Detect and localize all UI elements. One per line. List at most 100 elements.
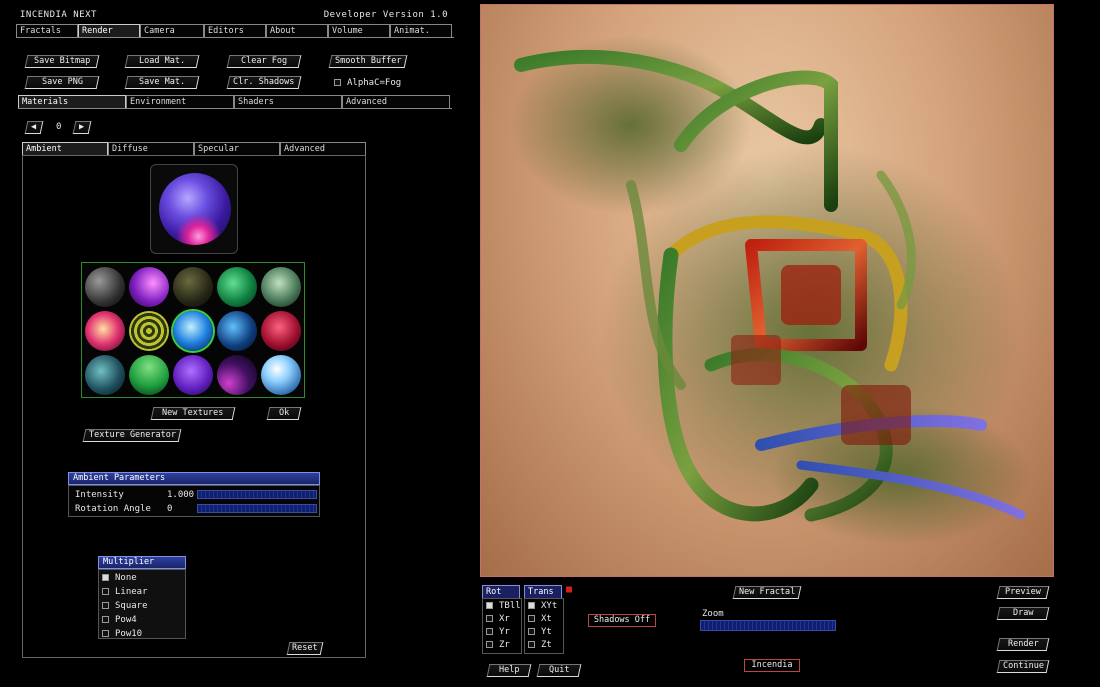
bottom-controls: Rot Trans ■ TBll Xr Yr Zr XYt Xt Yt Zt S… [480, 580, 1054, 683]
trans-options: XYt Xt Yt Zt [524, 598, 564, 654]
radio-off-icon [528, 628, 535, 635]
draw-button[interactable]: Draw [996, 607, 1050, 620]
tab-diffuse[interactable]: Diffuse [108, 142, 194, 155]
material-preview [150, 164, 238, 254]
new-fractal-button[interactable]: New Fractal [732, 586, 802, 599]
quit-button[interactable]: Quit [536, 664, 582, 677]
next-material-button[interactable]: ▶ [72, 121, 92, 134]
radio-off-icon [528, 615, 535, 622]
multiplier-header: Multiplier [98, 556, 186, 569]
texture-thumbnail-selected[interactable] [173, 311, 213, 351]
radio-on-icon [102, 574, 109, 581]
rotation-angle-slider[interactable] [197, 504, 317, 513]
texture-thumbnail[interactable] [217, 355, 257, 395]
texture-generator-button[interactable]: Texture Generator [82, 429, 182, 442]
texture-thumbnail[interactable] [85, 267, 125, 307]
multiplier-option-none[interactable]: None [102, 573, 137, 583]
intensity-value: 1.000 [167, 490, 195, 500]
save-bitmap-button[interactable]: Save Bitmap [24, 55, 100, 68]
multiplier-option-pow4[interactable]: Pow4 [102, 615, 137, 625]
smooth-buffer-button[interactable]: Smooth Buffer [328, 55, 408, 68]
save-mat-button[interactable]: Save Mat. [124, 76, 200, 89]
lock-icon[interactable]: ■ [566, 584, 574, 595]
texture-thumbnail[interactable] [129, 311, 169, 351]
multiplier-option-linear[interactable]: Linear [102, 587, 148, 597]
texture-thumbnail[interactable] [217, 267, 257, 307]
multiplier-option-pow10[interactable]: Pow10 [102, 629, 142, 639]
app-title: INCENDIA NEXT [20, 10, 97, 20]
texture-thumbnail[interactable] [261, 267, 301, 307]
tab-editors[interactable]: Editors [204, 24, 266, 37]
trans-option-zt[interactable]: Zt [528, 640, 552, 650]
trans-option-xt[interactable]: Xt [528, 614, 552, 624]
save-png-button[interactable]: Save PNG [24, 76, 100, 89]
tab-environment[interactable]: Environment [126, 95, 234, 108]
alpha-fog-checkbox[interactable]: AlphaC=Fog [334, 78, 401, 88]
radio-off-icon [486, 641, 493, 648]
continue-button[interactable]: Continue [996, 660, 1050, 673]
ok-button[interactable]: Ok [266, 407, 302, 420]
render-button[interactable]: Render [996, 638, 1050, 651]
multiplier-option-square[interactable]: Square [102, 601, 148, 611]
tab-specular[interactable]: Specular [194, 142, 280, 155]
texture-grid [81, 262, 305, 398]
main-tab-row: Fractals Render Camera Editors About Vol… [16, 24, 452, 37]
tab-render[interactable]: Render [78, 24, 140, 37]
texture-thumbnail[interactable] [173, 355, 213, 395]
trans-option-xyt[interactable]: XYt [528, 601, 557, 611]
arrow-right-icon: ▶ [79, 122, 85, 132]
texture-thumbnail[interactable] [129, 355, 169, 395]
texture-thumbnail[interactable] [173, 267, 213, 307]
texture-thumbnail[interactable] [261, 355, 301, 395]
tab-trans[interactable]: Trans [524, 585, 562, 598]
material-index: 0 [56, 122, 62, 132]
new-textures-button[interactable]: New Textures [150, 407, 236, 420]
texture-thumbnail[interactable] [261, 311, 301, 351]
reset-button[interactable]: Reset [286, 642, 324, 655]
tab-rot[interactable]: Rot [482, 585, 520, 598]
shadows-off-button[interactable]: Shadows Off [588, 614, 656, 627]
radio-off-icon [102, 602, 109, 609]
clr-shadows-button[interactable]: Clr. Shadows [226, 76, 302, 89]
tab-advanced[interactable]: Advanced [342, 95, 450, 108]
rot-option-xr[interactable]: Xr [486, 614, 510, 624]
fractal-render-image [511, 35, 1031, 545]
zoom-slider[interactable] [700, 620, 836, 631]
alpha-fog-check-box[interactable] [334, 79, 341, 86]
tab-fractals[interactable]: Fractals [16, 24, 78, 37]
texture-thumbnail[interactable] [129, 267, 169, 307]
radio-off-icon [102, 616, 109, 623]
radio-off-icon [102, 588, 109, 595]
texture-thumbnail[interactable] [217, 311, 257, 351]
texture-thumbnail[interactable] [85, 355, 125, 395]
rot-option-yr[interactable]: Yr [486, 627, 510, 637]
render-viewport[interactable] [480, 4, 1054, 577]
intensity-slider[interactable] [197, 490, 317, 499]
radio-off-icon [486, 615, 493, 622]
left-panel: INCENDIA NEXT Developer Version 1.0 Frac… [14, 4, 456, 661]
load-mat-button[interactable]: Load Mat. [124, 55, 200, 68]
texture-thumbnail[interactable] [85, 311, 125, 351]
help-button[interactable]: Help [486, 664, 532, 677]
preview-sphere-icon [159, 173, 231, 245]
tab-ambient[interactable]: Ambient [22, 142, 108, 155]
ambient-params-box: Intensity 1.000 Rotation Angle 0 [68, 485, 320, 517]
tab-shaders[interactable]: Shaders [234, 95, 342, 108]
ambient-params-header: Ambient Parameters [68, 472, 320, 485]
tab-about[interactable]: About [266, 24, 328, 37]
tab-camera[interactable]: Camera [140, 24, 204, 37]
rotation-angle-value: 0 [167, 504, 173, 514]
trans-option-yt[interactable]: Yt [528, 627, 552, 637]
tab-material-advanced[interactable]: Advanced [280, 142, 366, 155]
rot-option-tbll[interactable]: TBll [486, 601, 521, 611]
tab-animat[interactable]: Animat. [390, 24, 452, 37]
tab-materials[interactable]: Materials [18, 95, 126, 108]
tab-volume[interactable]: Volume [328, 24, 390, 37]
preview-button[interactable]: Preview [996, 586, 1050, 599]
incendia-button[interactable]: Incendia [744, 659, 800, 672]
rot-option-zr[interactable]: Zr [486, 640, 510, 650]
version-label: Developer Version 1.0 [323, 10, 448, 20]
clear-fog-button[interactable]: Clear Fog [226, 55, 302, 68]
intensity-label: Intensity [75, 490, 124, 500]
prev-material-button[interactable]: ◀ [24, 121, 44, 134]
